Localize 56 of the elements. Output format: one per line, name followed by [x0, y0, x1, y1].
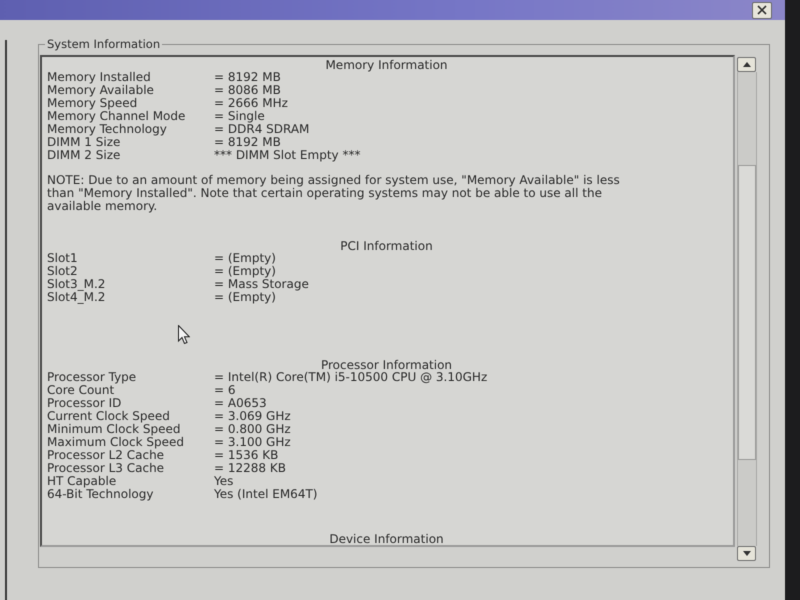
scrollbar-thumb[interactable]: [738, 165, 756, 460]
field-label: DIMM 2 Size: [47, 149, 122, 162]
field-value: = 8192 MB: [214, 71, 282, 84]
field-value: Yes: [214, 475, 234, 488]
field-label: Slot3_M.2: [47, 278, 106, 291]
field-value: *** DIMM Slot Empty ***: [214, 149, 362, 162]
field-label: Processor Type: [47, 371, 138, 384]
field-value: = DDR4 SDRAM: [214, 123, 310, 136]
field-label: Minimum Clock Speed: [47, 423, 182, 436]
field-value: = 2666 MHz: [214, 97, 289, 110]
close-button[interactable]: [752, 2, 772, 18]
field-value: = 3.100 GHz: [214, 436, 292, 449]
group-legend: System Information: [45, 38, 162, 50]
field-label: Processor L2 Cache: [47, 449, 164, 462]
caret-up-icon: [742, 62, 750, 67]
mouse-pointer-icon: [178, 325, 190, 344]
field-value: = 1536 KB: [214, 449, 280, 462]
field-label: 64-Bit Technology: [47, 488, 154, 501]
section-title: Processor Information: [320, 360, 454, 371]
caret-down-icon: [742, 551, 750, 556]
field-label: Maximum Clock Speed: [47, 436, 185, 449]
field-label: HT Capable: [47, 475, 118, 488]
scroll-down-button[interactable]: [737, 546, 756, 561]
field-label: Slot1: [47, 252, 79, 265]
field-value: = 8086 MB: [214, 84, 282, 97]
field-label: Processor ID: [47, 397, 122, 410]
field-value: = (Empty): [214, 252, 277, 265]
field-value: = 8192 MB: [214, 136, 282, 149]
field-value: = 3.069 GHz: [214, 410, 292, 423]
field-label: Memory Available: [47, 84, 155, 97]
field-label: Slot2: [47, 265, 79, 278]
section-title: Device Information: [328, 534, 445, 545]
field-label: Memory Speed: [47, 97, 138, 110]
field-value: = Intel(R) Core(TM) i5-10500 CPU @ 3.10GHz: [214, 371, 488, 384]
field-value: = (Empty): [214, 265, 277, 278]
close-icon: [757, 5, 767, 15]
field-label: Current Clock Speed: [47, 410, 171, 423]
field-value: = (Empty): [214, 291, 276, 304]
field-label: DIMM 1 Size: [47, 136, 120, 149]
field-value: = 0.800 GHz: [214, 423, 292, 436]
section-title: PCI Information: [339, 241, 434, 252]
field-label: Memory Technology: [47, 123, 168, 136]
field-label: Core Count: [47, 384, 114, 397]
scroll-up-button[interactable]: [737, 57, 756, 72]
field-value: = 6: [214, 384, 237, 397]
field-label: Slot4_M.2: [47, 291, 106, 304]
field-value: = Mass Storage: [214, 278, 310, 291]
field-label: Memory Installed: [47, 71, 152, 84]
field-value: = Single: [214, 110, 266, 123]
note-text: NOTE: Due to an amount of memory being assigned for system use, "Memory Available" is less than "Memory Installed". Note that certain operating systems may not be able to use all the available memory.: [47, 174, 621, 213]
field-value: = 12288 KB: [214, 462, 287, 475]
section-title: Memory Information: [324, 60, 449, 71]
field-label: Memory Channel Mode: [47, 110, 186, 123]
field-value: Yes (Intel EM64T): [214, 488, 318, 501]
field-label: Processor L3 Cache: [47, 462, 166, 475]
field-value: = A0653: [214, 397, 268, 410]
